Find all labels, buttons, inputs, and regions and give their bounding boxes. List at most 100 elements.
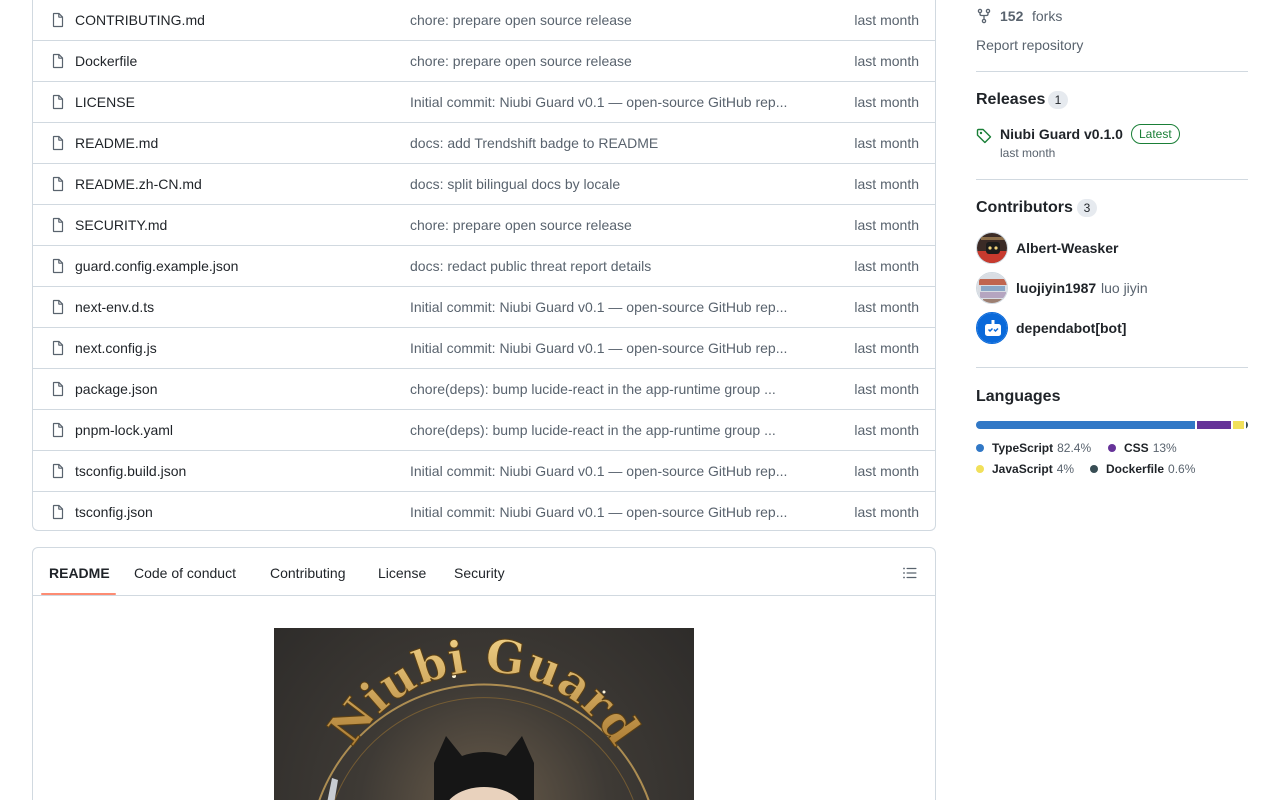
commit-message-link[interactable]: Initial commit: Niubi Guard v0.1 — open-…: [410, 340, 800, 356]
file-list-table: CONTRIBUTING.md chore: prepare open sour…: [32, 0, 936, 531]
commit-message-link[interactable]: chore: prepare open source release: [410, 217, 800, 233]
file-name-link[interactable]: CONTRIBUTING.md: [75, 12, 205, 28]
commit-message-link[interactable]: chore: prepare open source release: [410, 12, 800, 28]
file-icon: [52, 94, 64, 110]
file-row[interactable]: README.md docs: add Trendshift badge to …: [33, 123, 935, 164]
contributor-item[interactable]: dependabot[bot]: [976, 312, 1248, 344]
file-row[interactable]: CONTRIBUTING.md chore: prepare open sour…: [33, 0, 935, 41]
svg-text:Niubi Guard: Niubi Guard: [318, 628, 651, 754]
languages-bar: [976, 421, 1248, 429]
tab-contributing[interactable]: Contributing: [270, 565, 346, 581]
commit-date: last month: [854, 12, 919, 28]
tab-readme[interactable]: README: [49, 565, 110, 581]
dependabot-avatar[interactable]: [976, 312, 1008, 344]
language-bar-segment-dockerfile: [1246, 421, 1248, 429]
commit-message-link[interactable]: Initial commit: Niubi Guard v0.1 — open-…: [410, 94, 800, 110]
readme-panel: README Code of conduct Contributing Lice…: [32, 547, 936, 800]
languages-heading: Languages: [976, 388, 1061, 405]
language-name: JavaScript: [992, 462, 1053, 476]
file-name-link[interactable]: SECURITY.md: [75, 217, 167, 233]
file-name-link[interactable]: tsconfig.build.json: [75, 463, 186, 479]
contributor-item[interactable]: Albert-Weasker: [976, 232, 1248, 264]
language-item[interactable]: JavaScript 4%: [976, 462, 1074, 476]
file-row[interactable]: guard.config.example.json docs: redact p…: [33, 246, 935, 287]
file-icon: [52, 504, 64, 520]
contributor-login[interactable]: luojiyin1987: [1016, 280, 1096, 296]
language-item[interactable]: Dockerfile 0.6%: [1090, 462, 1195, 476]
commit-message-link[interactable]: chore(deps): bump lucide-react in the ap…: [410, 422, 800, 438]
contributor-login[interactable]: dependabot[bot]: [1016, 320, 1126, 336]
commit-message-link[interactable]: chore(deps): bump lucide-react in the ap…: [410, 381, 800, 397]
commit-message-link[interactable]: docs: add Trendshift badge to README: [410, 135, 800, 151]
file-row[interactable]: Dockerfile chore: prepare open source re…: [33, 41, 935, 82]
commit-message-link[interactable]: docs: redact public threat report detail…: [410, 258, 800, 274]
language-item[interactable]: TypeScript 82.4%: [976, 441, 1091, 455]
forks-count: 152: [1000, 8, 1024, 24]
file-icon: [52, 299, 64, 315]
file-row[interactable]: LICENSE Initial commit: Niubi Guard v0.1…: [33, 82, 935, 123]
language-color-dot: [1090, 465, 1098, 473]
contributors-heading[interactable]: Contributors: [976, 199, 1073, 217]
readme-banner-image: Niubi Guard: [274, 627, 694, 800]
contributor-name: luo jiyin: [1101, 280, 1148, 296]
commit-message-link[interactable]: Initial commit: Niubi Guard v0.1 — open-…: [410, 463, 800, 479]
language-bar-segment-css: [1196, 421, 1232, 429]
commit-date: last month: [854, 299, 919, 315]
tab-security[interactable]: Security: [454, 565, 505, 581]
file-name-link[interactable]: README.md: [75, 135, 158, 151]
contributor-login[interactable]: Albert-Weasker: [1016, 240, 1118, 256]
sidebar-divider: [976, 71, 1248, 72]
file-name-link[interactable]: next-env.d.ts: [75, 299, 154, 315]
language-name: TypeScript: [992, 441, 1054, 455]
file-name-link[interactable]: Dockerfile: [75, 53, 137, 69]
file-name-link[interactable]: LICENSE: [75, 94, 135, 110]
file-row[interactable]: tsconfig.build.json Initial commit: Niub…: [33, 451, 935, 492]
tab-license[interactable]: License: [378, 565, 426, 581]
avatar[interactable]: [976, 232, 1008, 264]
language-color-dot: [976, 465, 984, 473]
releases-count-badge: 1: [1048, 91, 1068, 109]
file-row[interactable]: README.zh-CN.md docs: split bilingual do…: [33, 164, 935, 205]
banner-title: Niubi Guard: [317, 627, 651, 755]
language-item[interactable]: CSS 13%: [1108, 441, 1177, 455]
commit-message-link[interactable]: Initial commit: Niubi Guard v0.1 — open-…: [410, 299, 800, 315]
commit-message-link[interactable]: Initial commit: Niubi Guard v0.1 — open-…: [410, 504, 800, 520]
latest-release-link[interactable]: Niubi Guard v0.1.0: [1000, 126, 1123, 142]
language-color-dot: [1108, 444, 1116, 452]
releases-heading[interactable]: Releases: [976, 91, 1045, 109]
file-row[interactable]: SECURITY.md chore: prepare open source r…: [33, 205, 935, 246]
file-name-link[interactable]: guard.config.example.json: [75, 258, 238, 274]
forks-link[interactable]: 152 forks: [976, 6, 1248, 26]
language-bar-segment-javascript: [1233, 421, 1244, 429]
file-name-link[interactable]: tsconfig.json: [75, 504, 153, 520]
file-row[interactable]: package.json chore(deps): bump lucide-re…: [33, 369, 935, 410]
language-percent: 13%: [1152, 441, 1177, 455]
report-repository-link[interactable]: Report repository: [976, 37, 1083, 53]
list-outline-icon[interactable]: [902, 565, 918, 581]
commit-date: last month: [854, 340, 919, 356]
language-percent: 82.4%: [1057, 441, 1092, 455]
file-icon: [52, 463, 64, 479]
commit-date: last month: [854, 176, 919, 192]
commit-date: last month: [854, 217, 919, 233]
commit-message-link[interactable]: docs: split bilingual docs by locale: [410, 176, 800, 192]
file-icon: [52, 176, 64, 192]
language-color-dot: [976, 444, 984, 452]
file-row[interactable]: next.config.js Initial commit: Niubi Gua…: [33, 328, 935, 369]
file-name-link[interactable]: package.json: [75, 381, 158, 397]
file-row[interactable]: tsconfig.json Initial commit: Niubi Guar…: [33, 492, 935, 530]
file-icon: [52, 258, 64, 274]
commit-date: last month: [854, 422, 919, 438]
contributor-item[interactable]: luojiyin1987 luo jiyin: [976, 272, 1248, 304]
avatar[interactable]: [976, 272, 1008, 304]
commit-date: last month: [854, 381, 919, 397]
file-name-link[interactable]: next.config.js: [75, 340, 157, 356]
tab-code-of-conduct[interactable]: Code of conduct: [134, 565, 236, 581]
active-tab-indicator: [41, 593, 116, 595]
file-icon: [52, 422, 64, 438]
file-row[interactable]: pnpm-lock.yaml chore(deps): bump lucide-…: [33, 410, 935, 451]
file-name-link[interactable]: pnpm-lock.yaml: [75, 422, 173, 438]
commit-message-link[interactable]: chore: prepare open source release: [410, 53, 800, 69]
file-row[interactable]: next-env.d.ts Initial commit: Niubi Guar…: [33, 287, 935, 328]
file-name-link[interactable]: README.zh-CN.md: [75, 176, 202, 192]
